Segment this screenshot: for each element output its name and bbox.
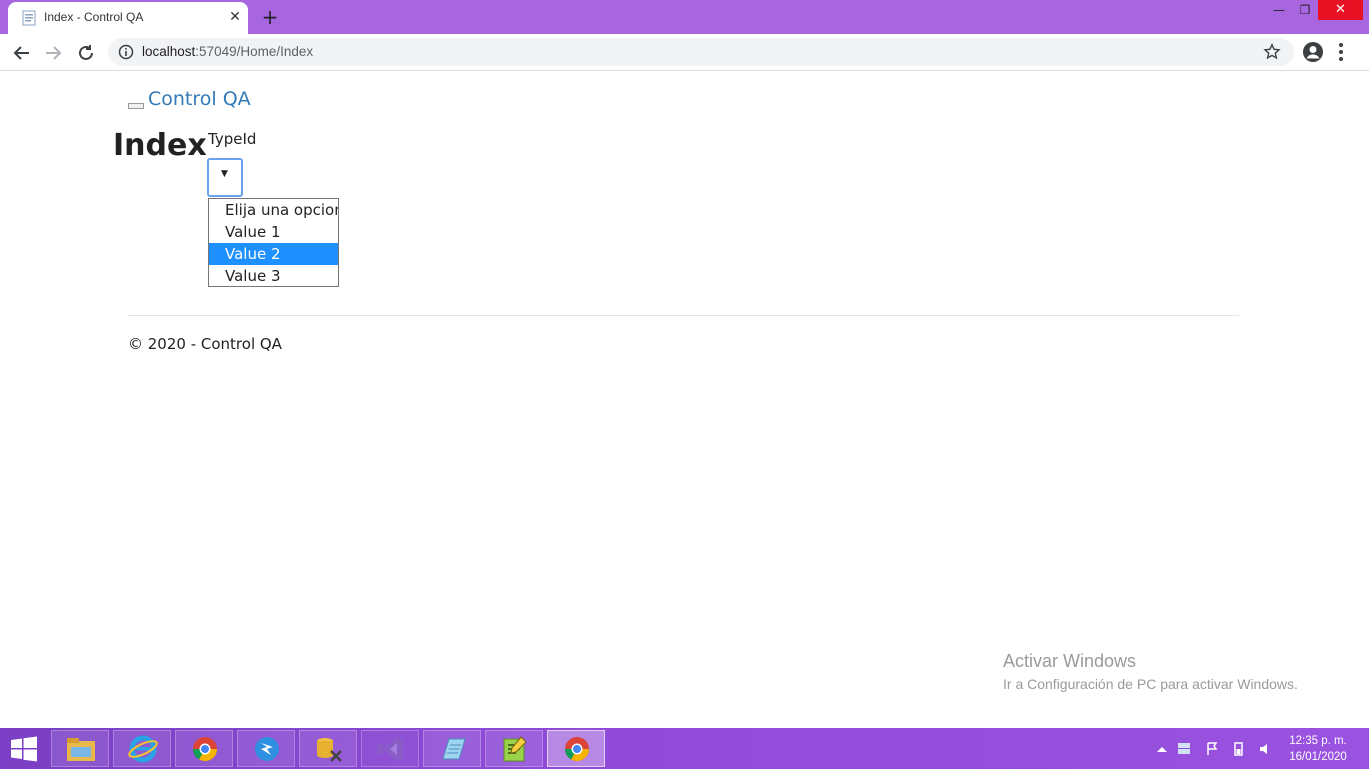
more-menu-icon[interactable] xyxy=(1338,42,1344,62)
reload-icon[interactable] xyxy=(75,42,97,64)
bookmark-star-icon[interactable] xyxy=(1263,43,1281,61)
volume-icon[interactable] xyxy=(1257,742,1273,756)
clock-time: 12:35 p. m. xyxy=(1289,735,1347,747)
file-explorer-icon xyxy=(67,738,95,761)
browser-title-bar: Index - Control QA ✕ + — ❐ ✕ xyxy=(0,0,1369,34)
battery-icon[interactable] xyxy=(1230,742,1246,756)
system-clock[interactable]: 12:35 p. m. 16/01/2020 xyxy=(1283,733,1353,765)
dropdown-option-selected[interactable]: Value 2 xyxy=(209,243,338,265)
activation-watermark-subtitle: Ir a Configuración de PC para activar Wi… xyxy=(1003,676,1298,692)
url-path: :57049/Home/Index xyxy=(195,44,314,59)
action-center-flag-icon[interactable] xyxy=(1206,742,1222,756)
sql-tool-icon xyxy=(317,738,342,762)
dropdown-option[interactable]: Value 1 xyxy=(209,221,338,243)
windows-start-icon[interactable] xyxy=(10,736,38,762)
close-tab-icon[interactable]: ✕ xyxy=(226,8,244,26)
taskbar-app[interactable] xyxy=(299,730,357,767)
visual-studio-icon xyxy=(377,737,403,761)
clock-date: 16/01/2020 xyxy=(1289,751,1347,763)
typeid-select[interactable]: ▼ xyxy=(207,158,243,197)
tray-network-drive-icon[interactable] xyxy=(1176,742,1192,756)
info-icon[interactable] xyxy=(118,44,134,60)
dropdown-option[interactable]: Value 3 xyxy=(209,265,338,287)
activation-watermark-title: Activar Windows xyxy=(1003,651,1137,671)
typeid-label: TypeId xyxy=(208,130,257,148)
tray-chevron-up-icon[interactable] xyxy=(1154,742,1170,756)
new-tab-button[interactable]: + xyxy=(258,5,282,29)
forward-arrow-icon[interactable] xyxy=(42,42,64,64)
brand-link[interactable]: Control QA xyxy=(148,88,251,110)
chevron-down-icon: ▼ xyxy=(221,169,228,179)
taskbar-chrome-active[interactable] xyxy=(547,730,605,767)
restore-button[interactable]: ❐ xyxy=(1290,0,1320,20)
window-close-button[interactable]: ✕ xyxy=(1318,0,1363,20)
taskbar-chrome[interactable] xyxy=(175,730,233,767)
taskbar-app[interactable] xyxy=(423,730,481,767)
tab-title: Index - Control QA xyxy=(44,10,144,24)
url-text: localhost:57049/Home/Index xyxy=(142,44,313,59)
chrome-icon xyxy=(193,737,217,762)
taskbar-file-explorer[interactable] xyxy=(51,730,109,767)
dbeaver-icon xyxy=(255,737,279,761)
navbar-toggle-button[interactable] xyxy=(128,103,144,109)
page-icon xyxy=(22,10,36,26)
back-arrow-icon[interactable] xyxy=(11,42,33,64)
taskbar-app[interactable] xyxy=(237,730,295,767)
url-host: localhost xyxy=(142,44,196,59)
taskbar-internet-explorer[interactable] xyxy=(113,730,171,767)
chrome-icon xyxy=(565,737,589,762)
browser-tab[interactable]: Index - Control QA ✕ xyxy=(8,2,248,34)
profile-avatar-icon[interactable] xyxy=(1302,41,1324,63)
address-bar[interactable]: localhost:57049/Home/Index xyxy=(108,38,1294,66)
typeid-dropdown-list: Elija una opcion Value 1 Value 2 Value 3 xyxy=(208,198,339,287)
taskbar-app[interactable] xyxy=(361,730,419,767)
notepad-plus-icon xyxy=(503,736,527,762)
footer-text: © 2020 - Control QA xyxy=(128,335,282,353)
dropdown-option[interactable]: Elija una opcion xyxy=(209,199,338,221)
taskbar-app[interactable] xyxy=(485,730,543,767)
page-title: Index xyxy=(113,128,207,163)
browser-toolbar: localhost:57049/Home/Index xyxy=(0,34,1369,71)
footer-divider xyxy=(128,315,1239,316)
notepad-icon xyxy=(442,738,466,760)
internet-explorer-icon xyxy=(128,735,158,763)
